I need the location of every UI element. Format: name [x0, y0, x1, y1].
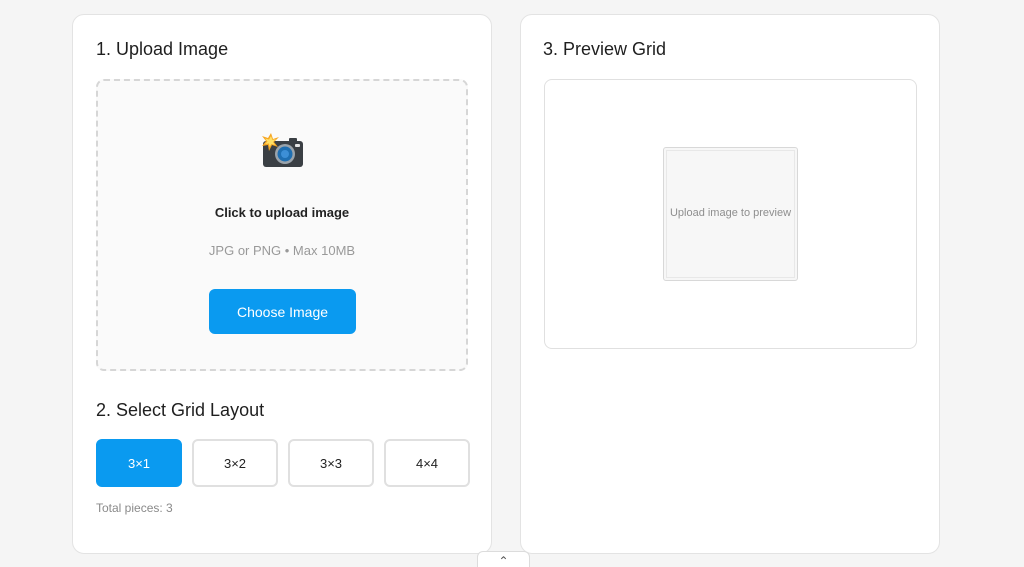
- chevron-up-icon: ⌃: [498, 554, 509, 567]
- grid-option-3x1[interactable]: 3×1: [96, 439, 182, 487]
- preview-placeholder-box: Upload image to preview: [663, 147, 798, 281]
- choose-image-button[interactable]: Choose Image: [209, 289, 356, 334]
- upload-dropzone[interactable]: Click to upload image JPG or PNG • Max 1…: [96, 79, 468, 371]
- scroll-to-top-button[interactable]: ⌃: [477, 551, 530, 567]
- preview-placeholder-text: Upload image to preview: [669, 207, 792, 219]
- upload-file-hint: JPG or PNG • Max 10MB: [208, 243, 356, 258]
- grid-section-title: 2. Select Grid Layout: [96, 400, 265, 420]
- grid-layout-options: 3×1 3×2 3×3 4×4: [96, 439, 470, 487]
- grid-option-3x3[interactable]: 3×3: [288, 439, 374, 487]
- total-pieces-count: Total pieces: 3: [96, 501, 173, 515]
- camera-flash-icon: [262, 133, 303, 167]
- upload-prompt: Click to upload image: [214, 205, 350, 220]
- grid-option-3x2[interactable]: 3×2: [192, 439, 278, 487]
- preview-area: Upload image to preview: [544, 79, 917, 349]
- preview-panel: 3. Preview Grid Upload image to preview: [520, 14, 940, 554]
- upload-panel: 1. Upload Image Click to upload image JP…: [72, 14, 492, 554]
- preview-section-title: 3. Preview Grid: [543, 39, 667, 59]
- upload-section-title: 1. Upload Image: [96, 39, 229, 59]
- grid-option-4x4[interactable]: 4×4: [384, 439, 470, 487]
- page: 1. Upload Image Click to upload image JP…: [0, 0, 1024, 567]
